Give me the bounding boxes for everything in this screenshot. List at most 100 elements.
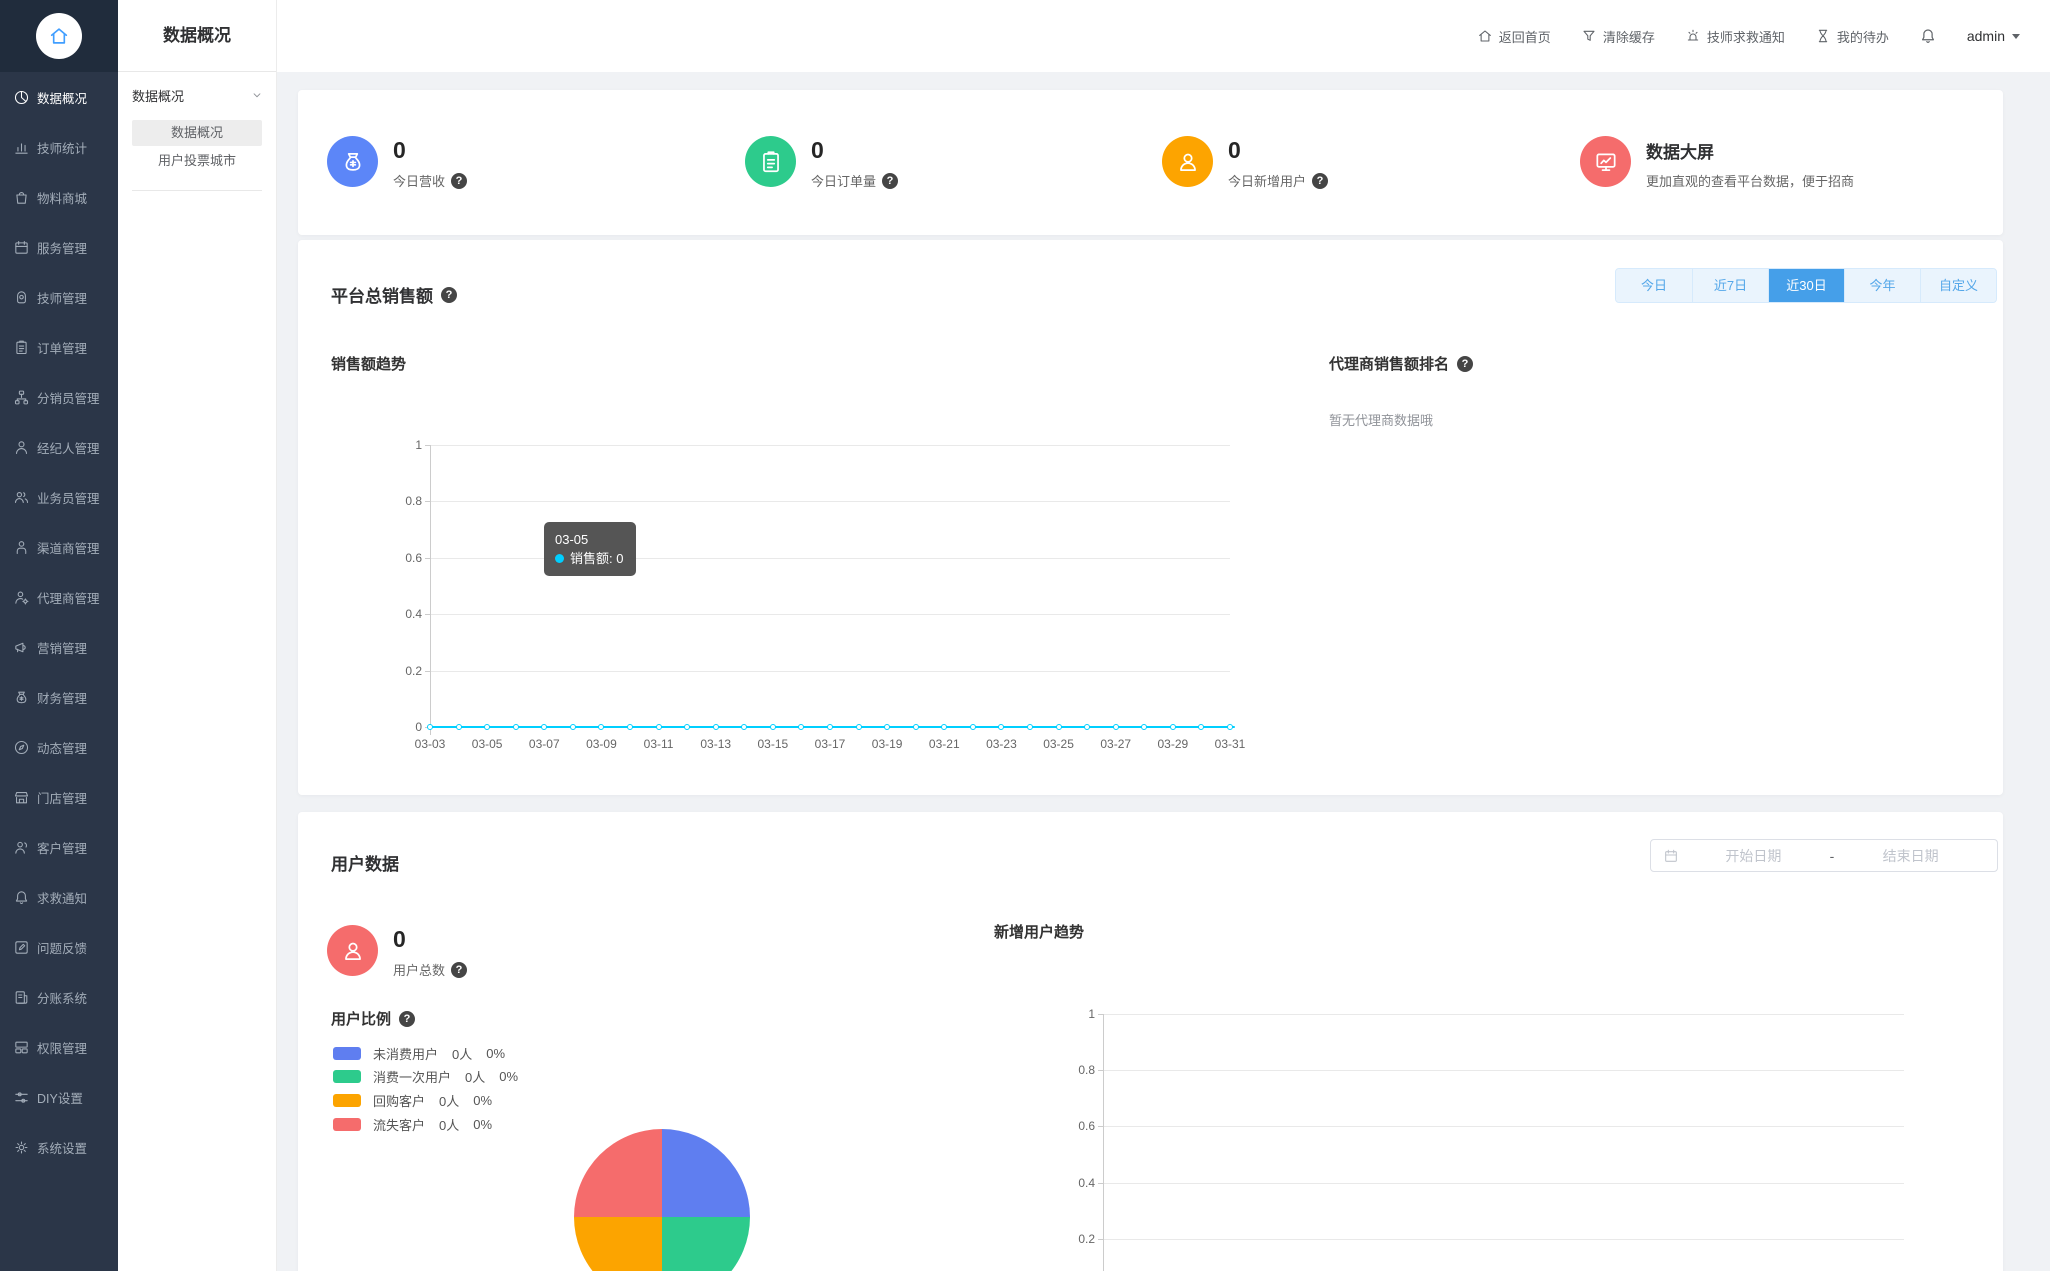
sidebar-item-finance-mgmt[interactable]: 财务管理 [0, 672, 118, 722]
agent-ranking-empty: 暂无代理商数据哦 [1329, 413, 1434, 428]
sidebar-item-permission-mgmt[interactable]: 权限管理 [0, 1022, 118, 1072]
x-axis-label: 03-07 [528, 737, 560, 751]
sidebar-item-channel-mgmt[interactable]: 渠道商管理 [0, 522, 118, 572]
x-axis-label: 03-31 [1214, 737, 1246, 751]
user-menu[interactable]: admin [1967, 28, 2020, 44]
nav-label: 技师求救通知 [1706, 29, 1785, 45]
sidebar-item-service-mgmt[interactable]: 服务管理 [0, 222, 118, 272]
stat-label: 今日订单量 ? [811, 171, 899, 190]
sidebar-item-feedback[interactable]: 问题反馈 [0, 922, 118, 972]
caret-down-icon [2012, 33, 2020, 39]
help-icon[interactable]: ? [882, 172, 899, 189]
home-icon [1477, 28, 1493, 44]
nav-my-todo[interactable]: 我的待办 [1815, 27, 1889, 46]
data-point [1141, 724, 1148, 730]
data-point [427, 724, 433, 730]
sidebar-item-sos-notice[interactable]: 求救通知 [0, 872, 118, 922]
person2-icon [13, 539, 30, 556]
bag-icon [13, 189, 30, 206]
gridline [430, 501, 1230, 503]
sidebar-item-diy-settings[interactable]: DIY设置 [0, 1072, 118, 1122]
page: 数据概况技师统计物料商城服务管理技师管理 订单管理 分销员管理经纪人管理业务员管理渠… [0, 0, 2050, 1271]
sidebar-item-tech-mgmt[interactable]: 技师管理 [0, 272, 118, 322]
submenu-item[interactable]: 用户投票城市 [132, 148, 262, 174]
sidebar-item-marketing-mgmt[interactable]: 营销管理 [0, 622, 118, 672]
topbar-nav: 返回首页 清除缓存 技师求救通知 我的待办 [1477, 27, 1889, 46]
hourglass-icon [1815, 28, 1831, 44]
sidebar-item-distributor-mgmt[interactable]: 分销员管理 [0, 372, 118, 422]
nav-label: 返回首页 [1498, 29, 1551, 45]
x-axis-label: 03-03 [414, 737, 446, 751]
data-point [998, 724, 1005, 730]
clipboard-icon [13, 339, 30, 356]
stat-link-title: 数据大屏 [1646, 143, 1714, 162]
sidebar-item-label: 物料商城 [37, 191, 88, 206]
submenu-panel: 数据概况 数据概况 数据概况 用户投票城市 [118, 0, 277, 1271]
data-point [569, 724, 576, 730]
sidebar-item-label: DIY设置 [37, 1091, 83, 1106]
gridline [430, 670, 1230, 672]
sidebar-item-agent-mgmt[interactable]: 代理商管理 [0, 572, 118, 622]
sales-trend-chart: 0 0.2 0.4 0.6 0.8 1 03-03 03-05 03-07 03-09 03-11 0… [298, 240, 2003, 795]
help-icon[interactable]: ? [451, 172, 468, 189]
persongear-icon [13, 589, 30, 606]
sidebar-item-material-mall[interactable]: 物料商城 [0, 172, 118, 222]
x-axis-label: 03-19 [871, 737, 903, 751]
help-icon[interactable]: ? [1457, 355, 1474, 372]
sidebar-item-data-overview[interactable]: 数据概况 [0, 72, 118, 122]
data-point [598, 724, 605, 730]
sidebar-item-label: 数据概况 [37, 91, 88, 106]
moneybag-icon [327, 136, 378, 187]
calendar-icon [13, 239, 30, 256]
sidebar-item-customer-mgmt[interactable]: 客户管理 [0, 822, 118, 872]
data-point [655, 724, 662, 730]
users-card: 用户数据 开始日期 - 结束日期 0 用户总数 ? 用户比例 ? 未消费用户 0… [298, 812, 2003, 1271]
data-point [541, 724, 548, 730]
gridline [430, 614, 1230, 616]
nav-clear-cache[interactable]: 清除缓存 [1581, 27, 1655, 46]
y-axis-label: 0.2 [1078, 1231, 1095, 1246]
ledger-icon [13, 989, 30, 1006]
submenu-item[interactable]: 数据概况 [132, 120, 262, 146]
data-point [684, 724, 691, 730]
nav-tech-sos[interactable]: 技师求救通知 [1685, 27, 1785, 46]
y-axis-label: 0.6 [1078, 1119, 1095, 1134]
sidebar-item-system-settings[interactable]: 系统设置 [0, 1122, 118, 1172]
sidebar-item-label: 营销管理 [37, 641, 88, 656]
tooltip-date: 03-05 [555, 532, 589, 547]
data-screen-link-card[interactable]: 数据大屏 更加直观的查看平台数据，便于招商 [1580, 136, 1854, 190]
sidebar-item-label: 服务管理 [37, 241, 88, 256]
submenu-items: 数据概况 用户投票城市 [118, 120, 276, 174]
stat-card-1: 0 今日订单量 ? [745, 136, 899, 190]
data-point [884, 724, 891, 730]
data-point [1112, 724, 1119, 730]
x-axis-label: 03-15 [757, 737, 789, 751]
app-logo[interactable] [0, 0, 118, 72]
sidebar-item-dynamic-mgmt[interactable]: 动态管理 [0, 722, 118, 772]
sidebar-item-store-mgmt[interactable]: 门店管理 [0, 772, 118, 822]
sidebar-item-broker-mgmt[interactable]: 经纪人管理 [0, 422, 118, 472]
submenu-divider [132, 190, 262, 191]
edit-icon [13, 939, 30, 956]
sidebar-item-tech-stats[interactable]: 技师统计 [0, 122, 118, 172]
sidebar-item-salesman-mgmt[interactable]: 业务员管理 [0, 472, 118, 522]
y-axis-label: 0.2 [405, 663, 422, 678]
sidebar-item-label: 分账系统 [37, 991, 88, 1006]
help-icon[interactable]: ? [1312, 172, 1329, 189]
notification-bell-icon[interactable] [1919, 27, 1937, 45]
sidebar-item-label: 经纪人管理 [37, 441, 100, 456]
stat-value: 0 [393, 137, 406, 163]
sidebar-item-ledger-system[interactable]: 分账系统 [0, 972, 118, 1022]
page-title: 数据概况 [118, 0, 276, 72]
x-axis-label: 03-05 [471, 737, 503, 751]
sidebar-item-order-mgmt[interactable]: 订单管理 [0, 322, 118, 372]
x-axis-label: 03-23 [986, 737, 1017, 751]
chart-icon [13, 139, 30, 156]
x-axis-label: 03-25 [1043, 737, 1074, 751]
stat-link-subtitle: 更加直观的查看平台数据，便于招商 [1646, 174, 1855, 189]
y-axis-label: 0.6 [405, 550, 422, 565]
submenu-group-toggle[interactable]: 数据概况 [118, 72, 276, 118]
nav-back-home[interactable]: 返回首页 [1477, 27, 1551, 46]
sidebar-item-label: 技师统计 [37, 141, 88, 156]
sidebar-item-label: 系统设置 [37, 1141, 88, 1156]
